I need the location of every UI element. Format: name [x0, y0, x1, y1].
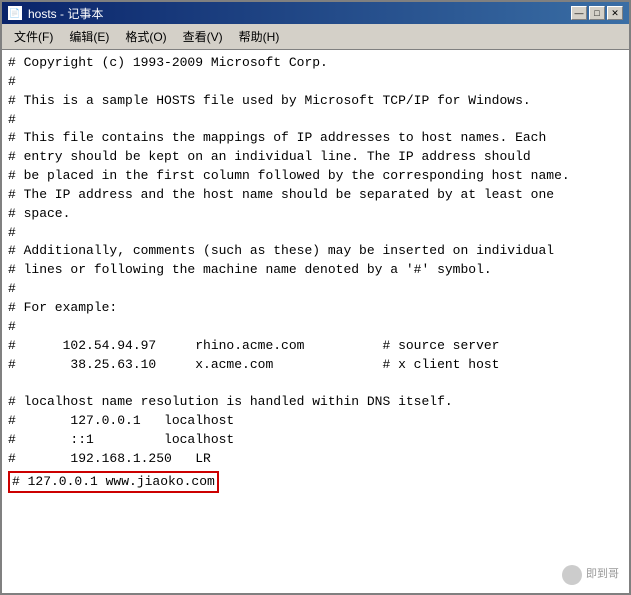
menu-format[interactable]: 格式(O) [117, 26, 174, 47]
close-button[interactable]: ✕ [607, 6, 623, 20]
title-bar-left: 📄 hosts - 记事本 [8, 5, 103, 22]
title-bar-buttons[interactable]: — □ ✕ [571, 6, 623, 20]
hosts-file-text: # Copyright (c) 1993-2009 Microsoft Corp… [8, 54, 623, 469]
maximize-button[interactable]: □ [589, 6, 605, 20]
watermark: 即到哥 [562, 565, 619, 585]
menu-edit[interactable]: 编辑(E) [61, 26, 117, 47]
menu-file[interactable]: 文件(F) [6, 26, 61, 47]
watermark-icon [562, 565, 582, 585]
menu-view[interactable]: 查看(V) [175, 26, 231, 47]
minimize-button[interactable]: — [571, 6, 587, 20]
app-icon: 📄 [8, 6, 22, 20]
menu-help[interactable]: 帮助(H) [231, 26, 288, 47]
window-title: hosts - 记事本 [28, 5, 103, 22]
notepad-window: 📄 hosts - 记事本 — □ ✕ 文件(F) 编辑(E) 格式(O) 查看… [0, 0, 631, 595]
menu-bar: 文件(F) 编辑(E) 格式(O) 查看(V) 帮助(H) [2, 24, 629, 50]
text-content-area[interactable]: # Copyright (c) 1993-2009 Microsoft Corp… [2, 50, 629, 593]
watermark-text: 即到哥 [586, 567, 619, 583]
highlighted-line-wrapper: # 127.0.0.1 www.jiaoko.com [8, 471, 623, 494]
title-bar: 📄 hosts - 记事本 — □ ✕ [2, 2, 629, 24]
highlighted-entry: # 127.0.0.1 www.jiaoko.com [8, 471, 219, 494]
